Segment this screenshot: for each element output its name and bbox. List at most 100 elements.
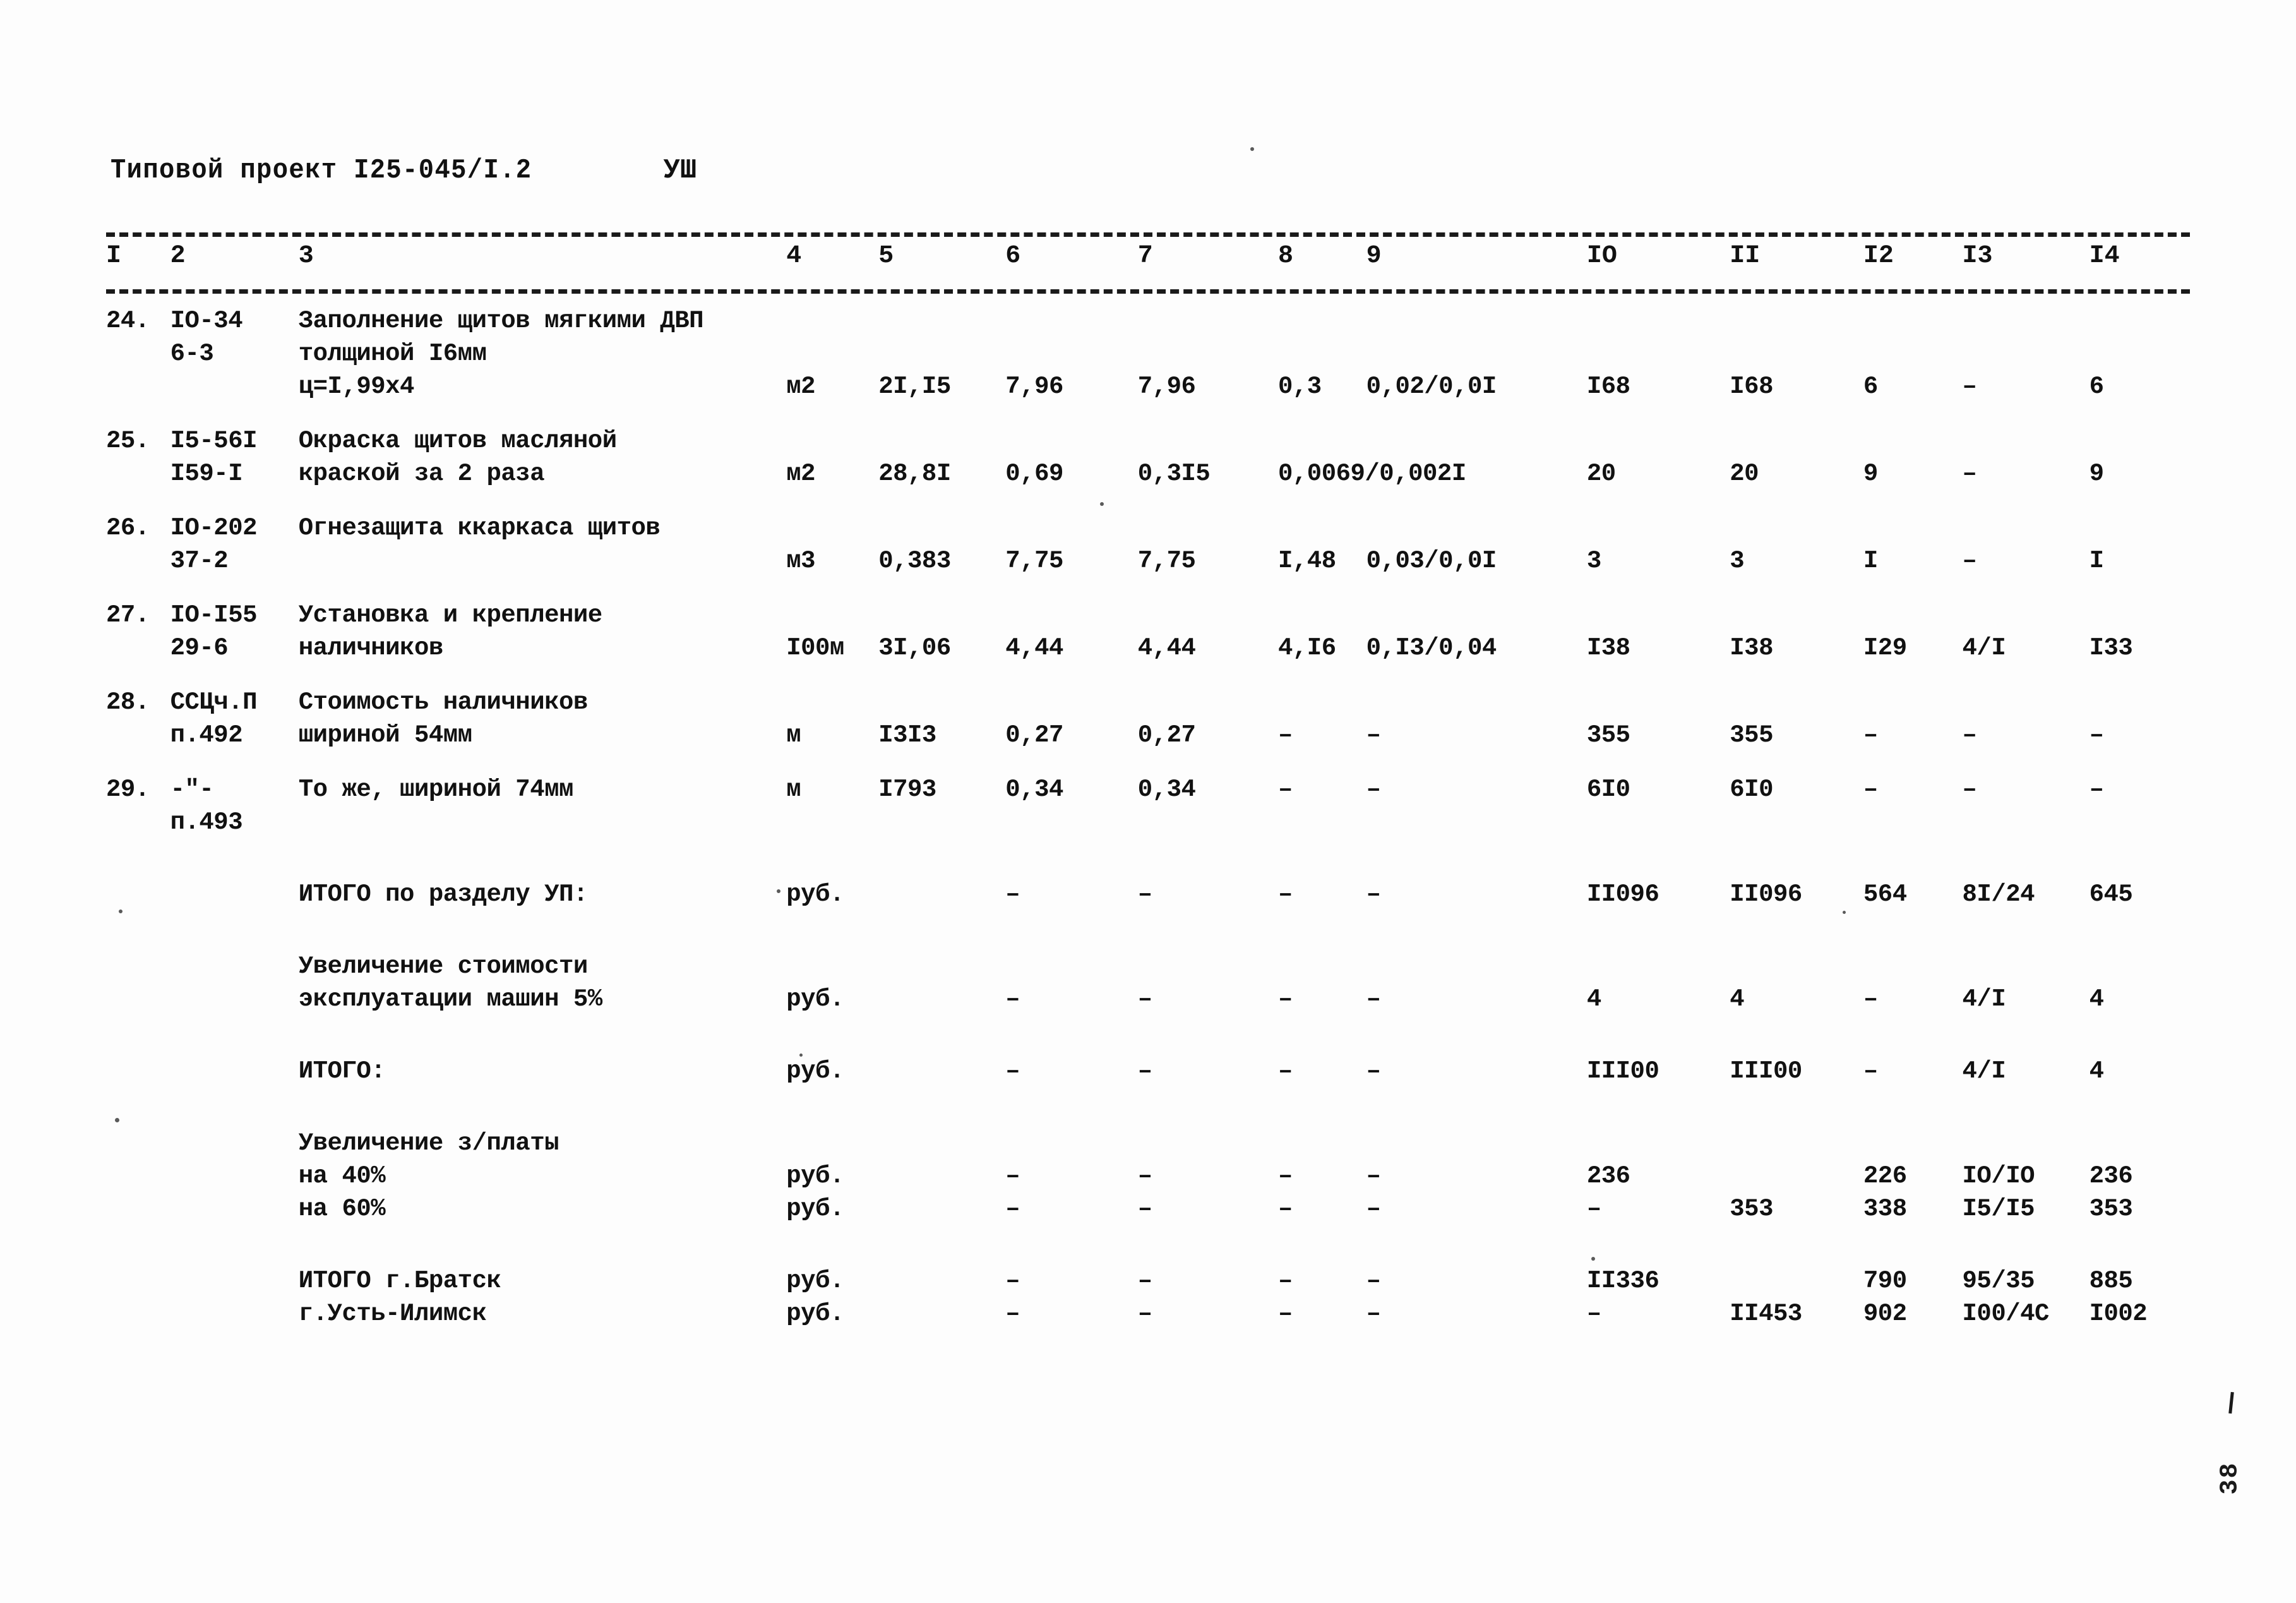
row-unit: м3: [786, 547, 816, 575]
cell-col12: 902: [1863, 1300, 1907, 1328]
cell-col12: 564: [1863, 880, 1907, 908]
cell-col13: 95/35: [1962, 1267, 2035, 1295]
salary-block-heading-row: Увеличение з/платы: [106, 1127, 2196, 1160]
document-page: Типовой проект I25-045/I.2 УШ I 2 3 4 5 …: [0, 0, 2296, 1603]
table-row: 25. I5-56I Окраска щитов масляной: [106, 424, 2196, 457]
row-number: 24.: [106, 307, 150, 335]
cell-col14: 4: [2089, 985, 2104, 1013]
column-header-8: 8: [1277, 242, 1293, 270]
salary-unit: руб.: [786, 1195, 844, 1223]
cell-col7: –: [1137, 1195, 1152, 1223]
cell-col12: 226: [1863, 1162, 1907, 1190]
cell-col10: 236: [1586, 1162, 1630, 1190]
cell-col13: –: [1962, 721, 1977, 749]
row-code: -"-: [170, 776, 214, 803]
cell-col11: I68: [1730, 373, 1773, 400]
column-header-7: 7: [1137, 242, 1153, 270]
cell-col9: 0,03/0,0I: [1366, 547, 1497, 575]
cell-col14: –: [2089, 721, 2104, 749]
cell-col13: 4/I: [1962, 634, 2006, 662]
cell-col5: 2I,I5: [878, 373, 951, 400]
table-row-values: 29. -"- То же, шириной 74мм м I793 0,34 …: [106, 773, 2196, 806]
summary-label: ИТОГО по разделу УП:: [298, 880, 589, 908]
row-description-line2: наличников: [298, 634, 444, 662]
summary-row-values: эксплуатации машин 5% руб. – – – – 4 4 –…: [106, 983, 2196, 1016]
cell-col8: 0,0069/0,002I: [1277, 460, 1466, 488]
cell-col8: –: [1277, 1300, 1293, 1328]
row-number: 29.: [106, 776, 150, 803]
cell-col6: 4,44: [1005, 634, 1063, 662]
cell-col6: 0,27: [1005, 721, 1063, 749]
table-row-values: 29-6 наличников I00м 3I,06 4,44 4,44 4,I…: [106, 632, 2196, 664]
cell-col13: –: [1962, 776, 1977, 803]
cell-col8: –: [1277, 1162, 1293, 1190]
cell-col8: –: [1277, 1195, 1293, 1223]
row-code: I5-56I: [170, 427, 258, 455]
cell-col14: 6: [2089, 373, 2104, 400]
cell-col12: 338: [1863, 1195, 1907, 1223]
cell-col13: IO/IO: [1962, 1162, 2035, 1190]
cell-col8: I,48: [1277, 547, 1336, 575]
row-code-line2: 6-3: [170, 340, 214, 368]
row-description: Окраска щитов масляной: [298, 427, 617, 455]
row-code: ССЦч.П: [170, 688, 258, 716]
cell-col10: III00: [1586, 1057, 1659, 1085]
cell-col7: 0,34: [1137, 776, 1196, 803]
row-unit: I00м: [786, 634, 844, 662]
table-row: 24. IO-34 Заполнение щитов мягкими ДВП: [106, 304, 2196, 337]
cell-col9: –: [1366, 1162, 1381, 1190]
cell-col9: –: [1366, 776, 1381, 803]
cell-col9: –: [1366, 721, 1381, 749]
column-header-row: I 2 3 4 5 6 7 8 9 IO II I2 I3 I4: [106, 242, 2196, 270]
cell-col14: 353: [2089, 1195, 2133, 1223]
salary-row: на 40% руб. – – – – 236 226 IO/IO 236: [106, 1160, 2196, 1192]
final-total-label: ИТОГО г.Братск: [298, 1267, 501, 1295]
column-header-9: 9: [1366, 242, 1382, 270]
cell-col10: 355: [1586, 721, 1630, 749]
table-row-values: п.492 шириной 54мм м I3I3 0,27 0,27 – – …: [106, 719, 2196, 752]
cell-col11: 6I0: [1730, 776, 1773, 803]
project-title: Типовой проект I25-045/I.2: [111, 155, 532, 186]
cell-col9: 0,I3/0,04: [1366, 634, 1497, 662]
row-code-line2: п.493: [170, 808, 243, 836]
cell-col8: –: [1277, 985, 1293, 1013]
cell-col12: –: [1863, 776, 1878, 803]
cell-col9: 0,02/0,0I: [1366, 373, 1497, 400]
column-header-3: 3: [298, 242, 314, 270]
cell-col9: –: [1366, 1300, 1381, 1328]
cell-col7: 0,27: [1137, 721, 1196, 749]
cell-col12: 790: [1863, 1267, 1907, 1295]
row-number: 26.: [106, 514, 150, 542]
cell-col6: 7,96: [1005, 373, 1063, 400]
cell-col10: II096: [1586, 880, 1659, 908]
cell-col12: –: [1863, 721, 1878, 749]
row-unit: м: [786, 721, 801, 749]
cell-col6: 7,75: [1005, 547, 1063, 575]
cell-col9: –: [1366, 985, 1381, 1013]
row-code-line2: 37-2: [170, 547, 229, 575]
row-code: IO-34: [170, 307, 243, 335]
cell-col6: –: [1005, 1267, 1020, 1295]
cell-col5: I793: [878, 776, 936, 803]
table-body: 24. IO-34 Заполнение щитов мягкими ДВП 6…: [106, 304, 2196, 1330]
row-unit: м2: [786, 373, 816, 400]
summary-label: Увеличение стоимости: [298, 952, 589, 980]
table-row: 26. IO-202 Огнезащита ккаркаса щитов: [106, 512, 2196, 544]
salary-label: на 40%: [298, 1162, 386, 1190]
cell-col13: –: [1962, 547, 1977, 575]
column-header-14: I4: [2089, 242, 2120, 270]
salary-unit: руб.: [786, 1162, 844, 1190]
cell-col5: I3I3: [878, 721, 936, 749]
row-description: Заполнение щитов мягкими ДВП: [298, 307, 704, 335]
cell-col11: 3: [1730, 547, 1745, 575]
salary-block-heading: Увеличение з/платы: [298, 1129, 559, 1157]
column-header-13: I3: [1962, 242, 1993, 270]
cell-col13: I00/4С: [1962, 1300, 2050, 1328]
cell-col12: I29: [1863, 634, 1907, 662]
final-total-unit: руб.: [786, 1267, 844, 1295]
cell-col7: 7,96: [1137, 373, 1196, 400]
cell-col7: 7,75: [1137, 547, 1196, 575]
cell-col13: –: [1962, 373, 1977, 400]
row-description: Огнезащита ккаркаса щитов: [298, 514, 661, 542]
cell-col11: [1730, 1160, 1863, 1192]
